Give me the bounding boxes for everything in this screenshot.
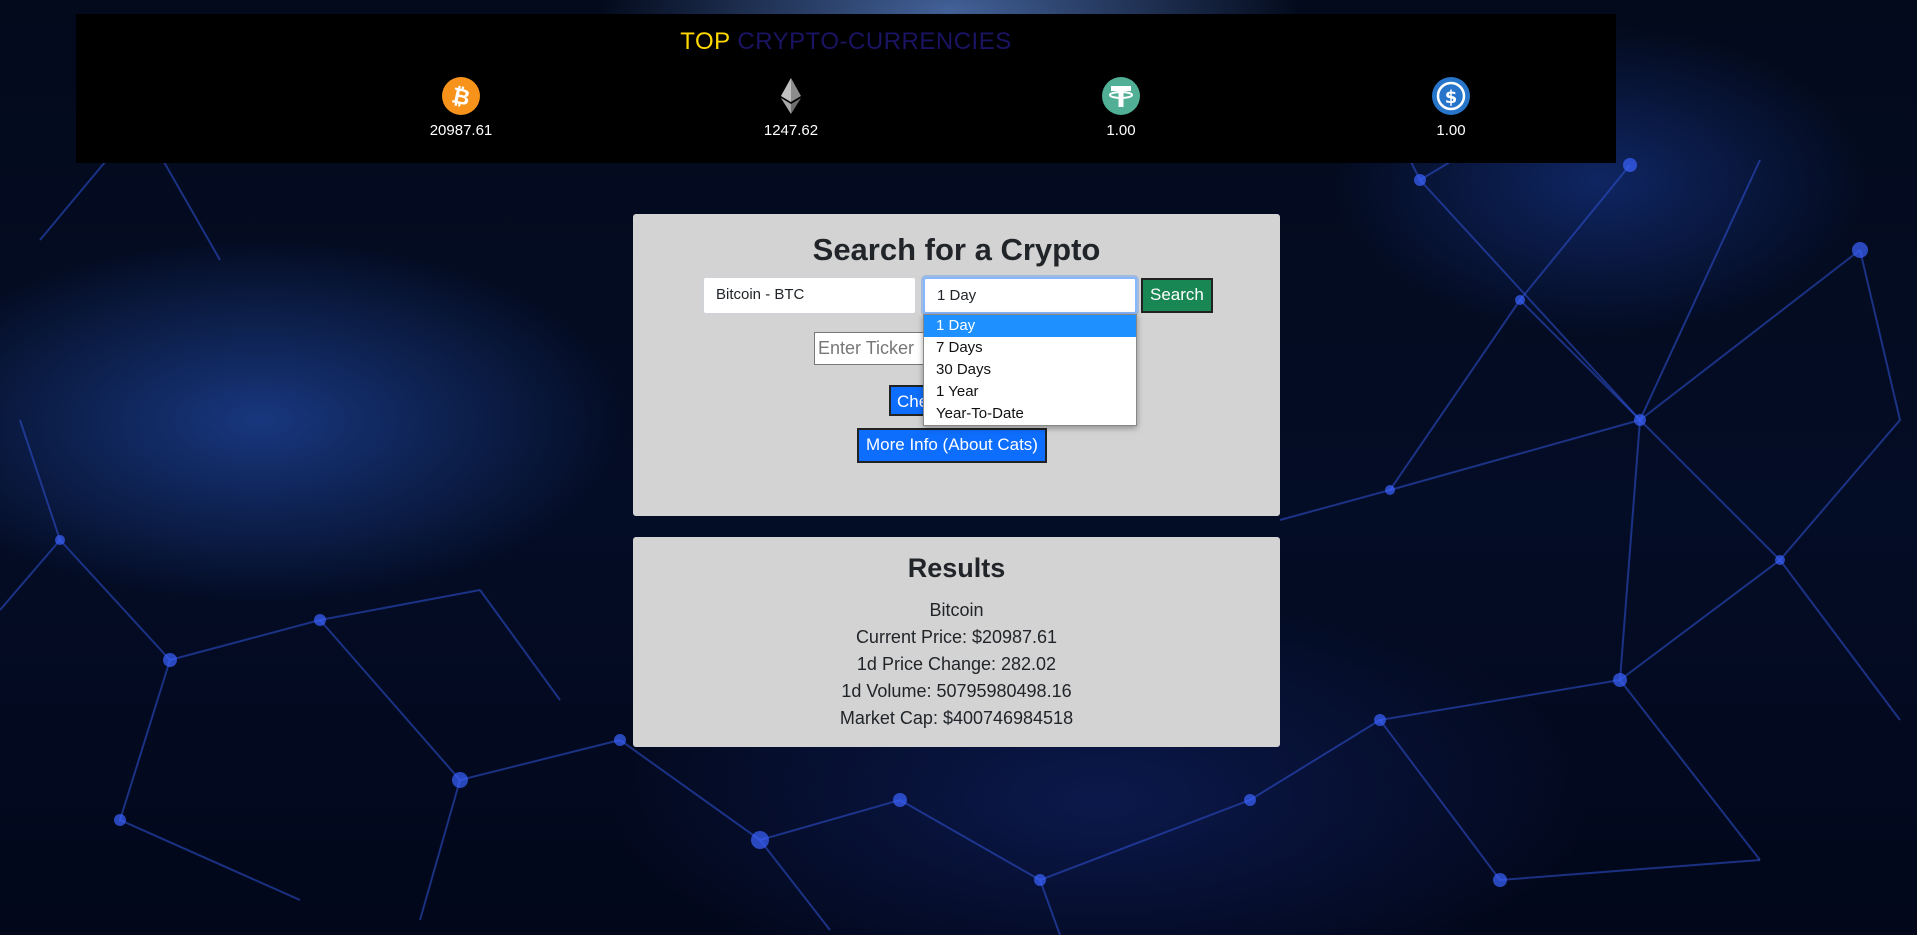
coin-select-value: Bitcoin - BTC <box>716 286 805 303</box>
ticker-title: TOP CRYPTO-CURRENCIES <box>76 28 1616 56</box>
time-range-option-7-days[interactable]: 7 Days <box>924 337 1136 359</box>
search-button[interactable]: Search <box>1141 278 1213 313</box>
result-coin-name: Bitcoin <box>929 600 984 620</box>
time-range-dropdown-list: 1 Day 7 Days 30 Days 1 Year Year-To-Date <box>923 314 1137 426</box>
top-crypto-ticker-bar: TOP CRYPTO-CURRENCIES ₿ 20987.61 1247.62… <box>76 14 1616 163</box>
ticker-coin-ethereum: 1247.62 <box>731 76 851 139</box>
result-current-price: Current Price: $20987.61 <box>855 627 1058 647</box>
result-market-cap: Market Cap: $400746984518 <box>839 708 1074 728</box>
time-range-option-year-to-date[interactable]: Year-To-Date <box>924 403 1136 425</box>
ethereum-icon <box>781 78 801 114</box>
ticker-coin-usd-coin: $ 1.00 <box>1391 76 1511 139</box>
results-title: Results <box>907 553 1006 583</box>
time-range-select-value: 1 Day <box>937 287 977 304</box>
time-range-option-1-year[interactable]: 1 Year <box>924 381 1136 403</box>
ticker-title-top: TOP <box>680 28 731 55</box>
ticker-coin-bitcoin: ₿ 20987.61 <box>401 76 521 139</box>
results-panel: Results Bitcoin Current Price: $20987.61… <box>633 537 1280 747</box>
usd-coin-price: 1.00 <box>1436 122 1466 139</box>
time-range-option-30-days[interactable]: 30 Days <box>924 359 1136 381</box>
ethereum-price: 1247.62 <box>763 122 819 139</box>
ticker-input[interactable] <box>814 332 926 365</box>
search-panel: Search for a Crypto Bitcoin - BTC 1 Day … <box>633 214 1280 516</box>
tether-price: 1.00 <box>1106 122 1136 139</box>
ticker-coin-tether: 1.00 <box>1061 76 1181 139</box>
usd-coin-icon: $ <box>1432 77 1470 115</box>
results-details: Bitcoin Current Price: $20987.61 1d Pric… <box>633 597 1280 732</box>
coin-select[interactable]: Bitcoin - BTC <box>703 277 916 314</box>
time-range-option-1-day[interactable]: 1 Day <box>924 315 1136 337</box>
more-info-button[interactable]: More Info (About Cats) <box>857 428 1047 463</box>
ticker-title-crypto-currencies: CRYPTO-CURRENCIES <box>737 28 1012 55</box>
svg-text:$: $ <box>1445 87 1458 108</box>
result-price-change: 1d Price Change: 282.02 <box>856 654 1057 674</box>
result-volume: 1d Volume: 50795980498.16 <box>841 681 1072 701</box>
search-title: Search for a Crypto <box>812 232 1101 267</box>
bitcoin-price: 20987.61 <box>429 122 493 139</box>
time-range-select[interactable]: 1 Day <box>923 277 1137 314</box>
bitcoin-icon: ₿ <box>442 77 480 115</box>
tether-icon <box>1102 77 1140 115</box>
